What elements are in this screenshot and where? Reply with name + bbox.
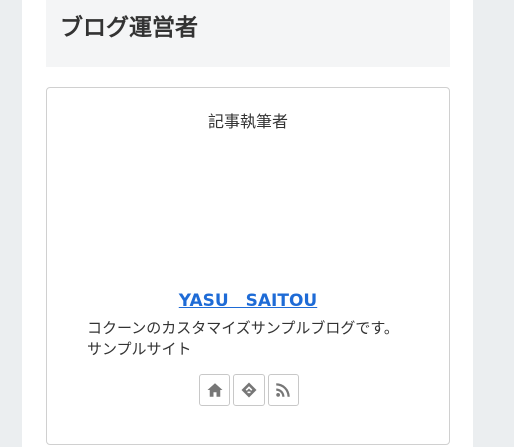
- author-description: コクーンのカスタマイズサンプルブログです。 サンプルサイト: [87, 318, 417, 360]
- feedly-button[interactable]: [233, 374, 265, 406]
- feedly-icon: [240, 381, 258, 399]
- author-name-link[interactable]: YASU SAITOU: [179, 291, 317, 311]
- follow-buttons: [199, 374, 299, 406]
- rss-button[interactable]: [267, 374, 299, 406]
- home-icon: [206, 381, 224, 399]
- author-box: 記事執筆者 YASU SAITOU コクーンのカスタマイズサンプルブログです。 …: [46, 87, 450, 445]
- author-description-line: サンプルサイト: [87, 340, 192, 358]
- widget-title-box: ブログ運営者: [46, 0, 450, 67]
- home-button[interactable]: [199, 374, 231, 406]
- rss-icon: [274, 381, 292, 399]
- author-name: YASU SAITOU: [47, 289, 449, 313]
- widget-title: ブログ運営者: [60, 15, 198, 41]
- author-heading: 記事執筆者: [207, 112, 288, 131]
- author-avatar: [199, 146, 299, 276]
- author-description-line: コクーンのカスタマイズサンプルブログです。: [87, 319, 399, 337]
